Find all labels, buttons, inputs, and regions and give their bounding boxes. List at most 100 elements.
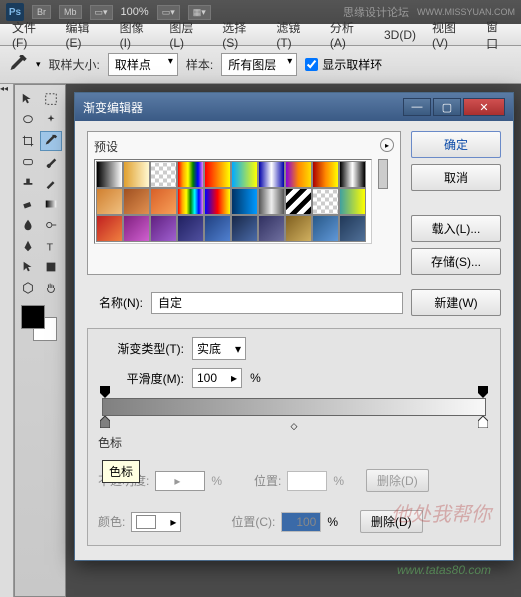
preset-swatch[interactable] [177, 215, 204, 242]
show-ring-input[interactable] [305, 58, 318, 71]
pen-tool[interactable] [17, 236, 39, 256]
preset-swatch[interactable] [258, 188, 285, 215]
gradient-tool[interactable] [40, 194, 62, 214]
preset-swatch[interactable] [177, 161, 204, 188]
preset-swatch[interactable] [204, 188, 231, 215]
cancel-button[interactable]: 取消 [411, 164, 501, 191]
3d-tool[interactable] [17, 278, 39, 298]
preset-swatch[interactable] [312, 215, 339, 242]
fg-color-swatch[interactable] [21, 305, 45, 329]
menu-edit[interactable]: 编辑(E) [58, 17, 112, 52]
minimize-button[interactable]: — [403, 98, 431, 116]
preset-swatch[interactable] [96, 161, 123, 188]
preset-swatch[interactable] [339, 188, 366, 215]
dialog-titlebar[interactable]: 渐变编辑器 — ▢ ✕ [75, 93, 513, 121]
path-select-tool[interactable] [17, 257, 39, 277]
sample-size-select[interactable]: 取样点 [108, 53, 178, 76]
marquee-tool[interactable] [40, 89, 62, 109]
eraser-tool[interactable] [17, 194, 39, 214]
preset-swatch[interactable] [204, 161, 231, 188]
type-label: 渐变类型(T): [98, 340, 184, 357]
brush-tool[interactable] [40, 152, 62, 172]
heal-tool[interactable] [17, 152, 39, 172]
history-brush-tool[interactable] [40, 173, 62, 193]
sample-select[interactable]: 所有图层 [221, 53, 297, 76]
gradient-bar[interactable] [102, 398, 486, 416]
ruler-vertical: ◂◂ [0, 84, 14, 597]
preset-swatch[interactable] [123, 188, 150, 215]
wand-tool[interactable] [40, 110, 62, 130]
color-stop-right[interactable] [478, 416, 488, 428]
shape-tool[interactable] [40, 257, 62, 277]
position2-input[interactable] [281, 512, 321, 532]
preset-swatch[interactable] [123, 215, 150, 242]
preset-box: 预设 ▸ [87, 131, 401, 275]
preset-swatch[interactable] [258, 215, 285, 242]
gradient-ramp-editor[interactable]: ◇ [98, 398, 490, 416]
show-ring-checkbox[interactable]: 显示取样环 [305, 56, 382, 73]
preset-swatch[interactable] [285, 188, 312, 215]
smooth-input[interactable]: 100 ▸ [192, 368, 242, 388]
preset-flyout-button[interactable]: ▸ [380, 138, 394, 152]
dodge-tool[interactable] [40, 215, 62, 235]
new-button[interactable]: 新建(W) [411, 289, 501, 316]
preset-swatch[interactable] [150, 215, 177, 242]
tooltip: 色标 [102, 460, 140, 483]
preset-swatch[interactable] [177, 188, 204, 215]
hand-tool[interactable] [40, 278, 62, 298]
preset-swatch[interactable] [312, 161, 339, 188]
chevron-down-icon[interactable]: ▾ [36, 59, 41, 70]
preset-swatch[interactable] [231, 215, 258, 242]
close-button[interactable]: ✕ [463, 98, 505, 116]
preset-swatch[interactable] [150, 161, 177, 188]
preset-swatch[interactable] [285, 161, 312, 188]
color-swatches[interactable] [17, 305, 63, 345]
color-swatch-button[interactable]: ▸ [131, 512, 181, 532]
menu-file[interactable]: 文件(F) [4, 17, 58, 52]
preset-swatch[interactable] [231, 188, 258, 215]
crop-tool[interactable] [17, 131, 39, 151]
type-select[interactable]: 实底 ▾ [192, 337, 246, 360]
color-stop-left[interactable] [100, 416, 110, 428]
type-tool[interactable]: T [40, 236, 62, 256]
save-button[interactable]: 存储(S)... [411, 248, 501, 275]
stamp-tool[interactable] [17, 173, 39, 193]
preset-swatch[interactable] [339, 215, 366, 242]
menu-select[interactable]: 选择(S) [214, 17, 268, 52]
menu-filter[interactable]: 滤镜(T) [268, 17, 322, 52]
preset-swatch[interactable] [150, 188, 177, 215]
midpoint-marker[interactable]: ◇ [291, 421, 298, 432]
preset-swatch[interactable] [96, 215, 123, 242]
blur-tool[interactable] [17, 215, 39, 235]
menu-analysis[interactable]: 分析(A) [322, 17, 376, 52]
lasso-tool[interactable] [17, 110, 39, 130]
preset-swatch[interactable] [312, 188, 339, 215]
preset-swatch[interactable] [96, 188, 123, 215]
percent-label: % [327, 515, 338, 529]
menu-3d[interactable]: 3D(D) [376, 26, 424, 44]
sample-size-label: 取样大小: [49, 56, 100, 73]
ok-button[interactable]: 确定 [411, 131, 501, 158]
name-input[interactable] [151, 292, 403, 314]
preset-swatch[interactable] [123, 161, 150, 188]
delete2-button[interactable]: 删除(D) [360, 510, 423, 533]
opacity-stop-right[interactable] [478, 386, 488, 398]
menu-view[interactable]: 视图(V) [424, 17, 478, 52]
preset-swatch[interactable] [204, 215, 231, 242]
dialog-title: 渐变编辑器 [83, 99, 403, 116]
maximize-button[interactable]: ▢ [433, 98, 461, 116]
menu-window[interactable]: 窗口 [478, 16, 517, 54]
load-button[interactable]: 载入(L)... [411, 215, 501, 242]
color-label: 颜色: [98, 513, 125, 530]
preset-swatch[interactable] [339, 161, 366, 188]
preset-swatch[interactable] [231, 161, 258, 188]
eyedropper-tool[interactable] [40, 131, 62, 151]
preset-swatch[interactable] [285, 215, 312, 242]
preset-scrollbar[interactable] [378, 159, 388, 189]
preset-swatch[interactable] [258, 161, 285, 188]
menu-image[interactable]: 图像(I) [112, 17, 162, 52]
smooth-label: 平滑度(M): [98, 370, 184, 387]
menu-layer[interactable]: 图层(L) [161, 17, 214, 52]
move-tool[interactable] [17, 89, 39, 109]
opacity-stop-left[interactable] [100, 386, 110, 398]
